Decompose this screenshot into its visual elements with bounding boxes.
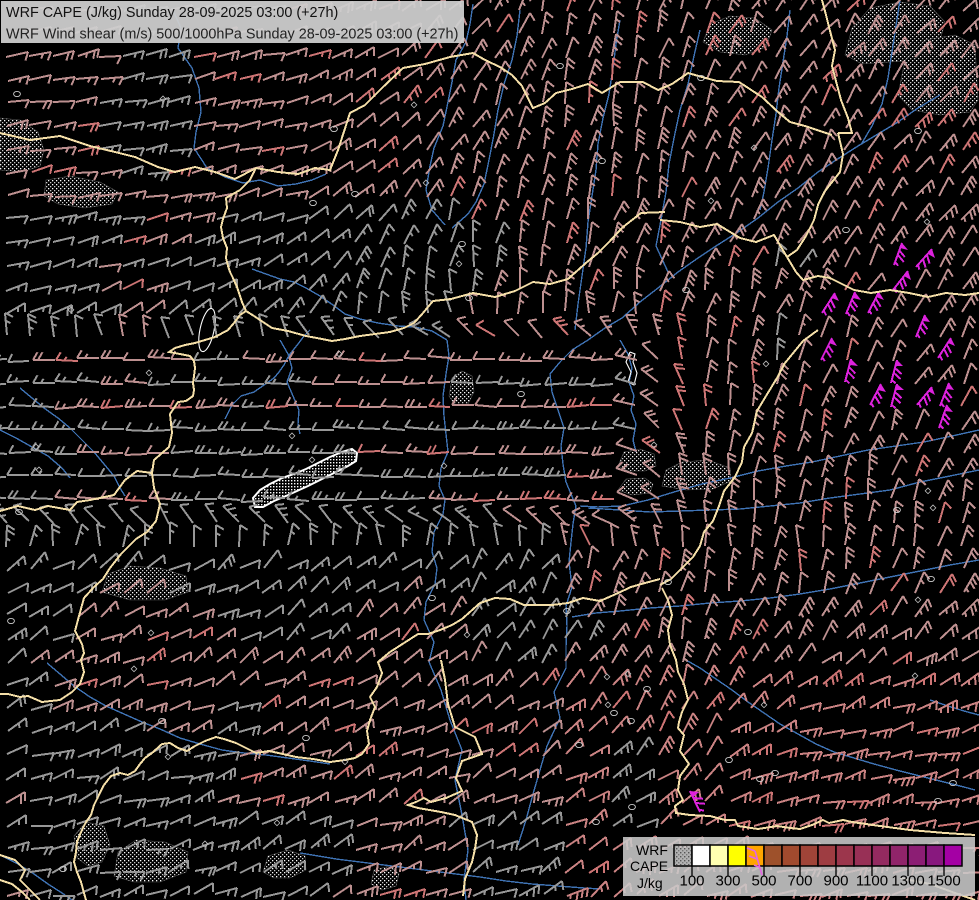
svg-text:WRF CAPE (J/kg) Sunday 28-09-2: WRF CAPE (J/kg) Sunday 28-09-2025 03:00 … [6, 5, 338, 21]
svg-text:WRF: WRF [636, 842, 668, 858]
svg-text:100: 100 [679, 873, 704, 890]
svg-text:300: 300 [715, 873, 740, 890]
svg-text:1300: 1300 [891, 873, 924, 890]
svg-text:J/kg: J/kg [637, 875, 663, 891]
svg-text:1100: 1100 [856, 873, 888, 890]
svg-text:CAPE: CAPE [630, 858, 668, 874]
svg-text:WRF Wind shear (m/s) 500/1000h: WRF Wind shear (m/s) 500/1000hPa Sunday … [6, 27, 458, 43]
svg-text:500: 500 [751, 873, 776, 890]
svg-text:700: 700 [787, 873, 812, 890]
svg-text:1500: 1500 [927, 873, 960, 890]
svg-text:900: 900 [823, 873, 848, 890]
